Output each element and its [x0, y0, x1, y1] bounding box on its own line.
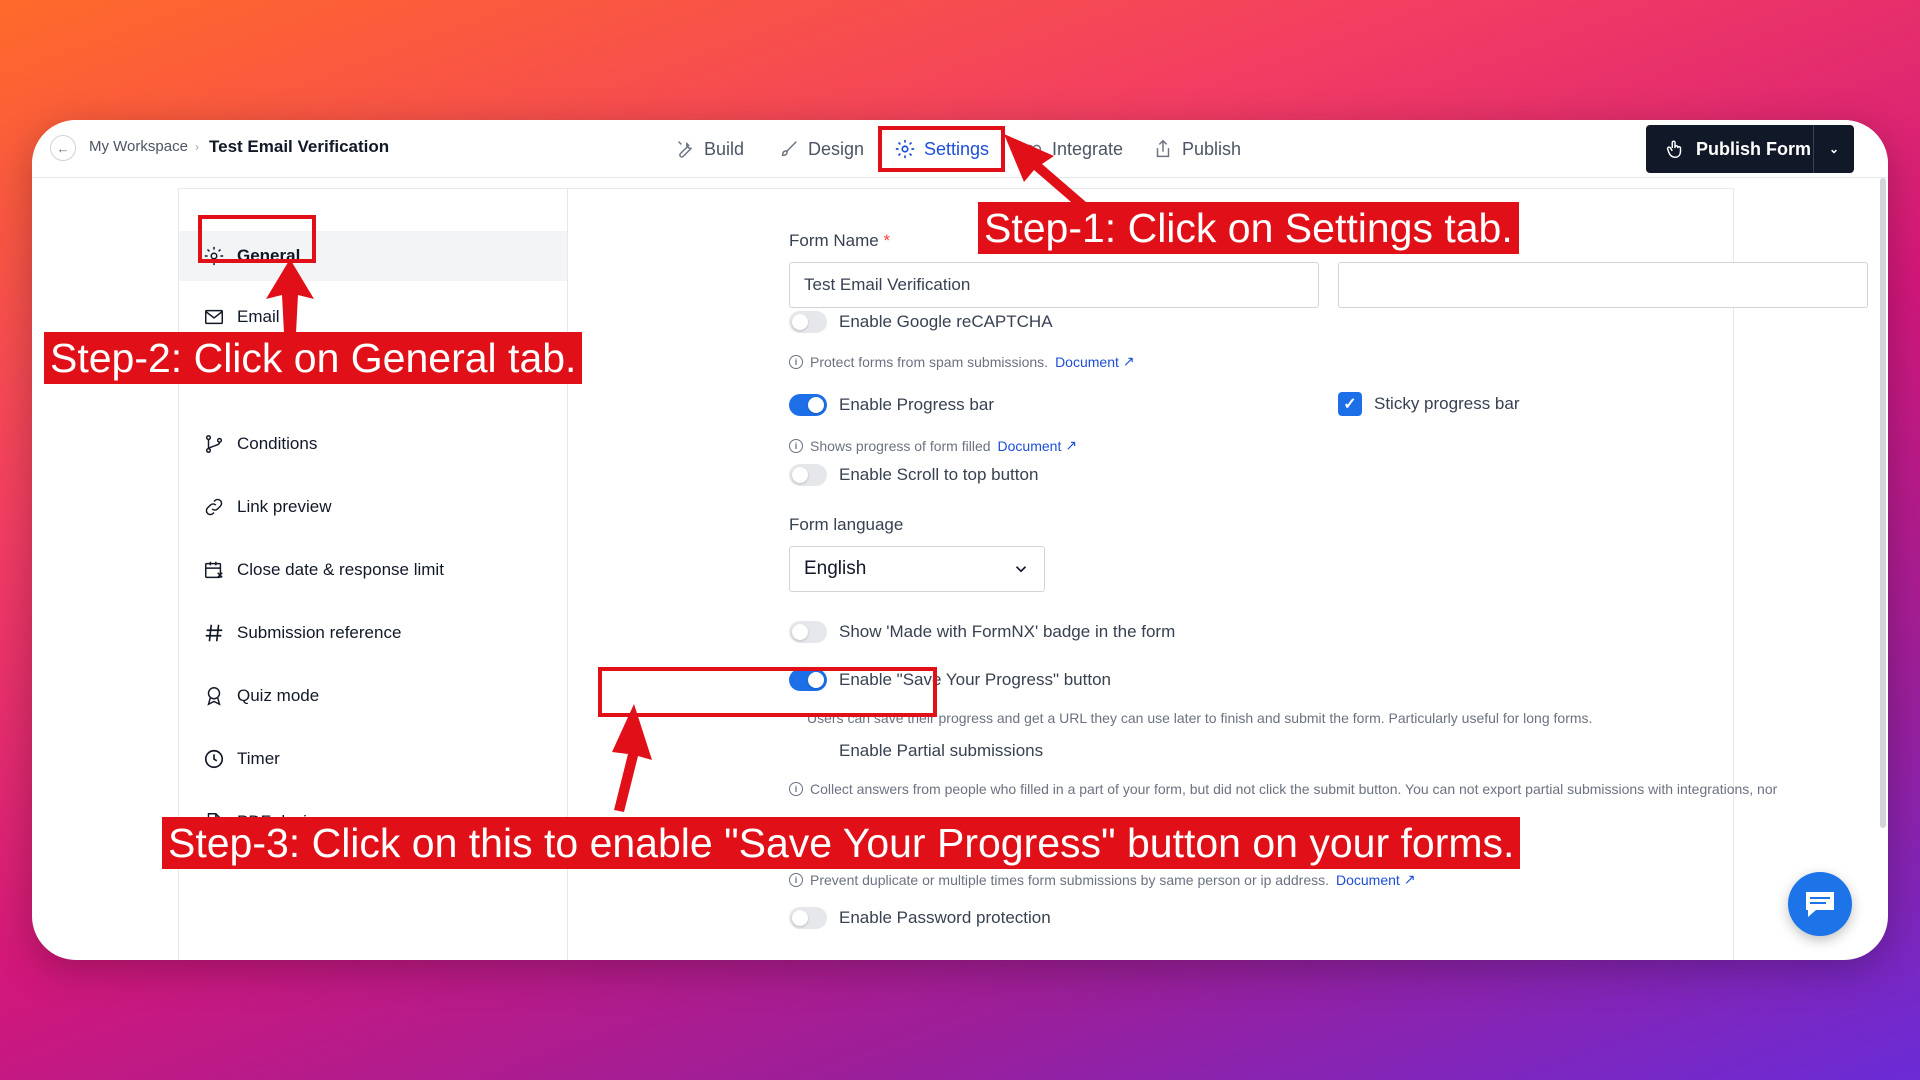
duplicate-document-link[interactable]: Document ↗	[1336, 871, 1416, 888]
chevron-down-icon	[1015, 566, 1027, 573]
progress-bar-row: Enable Progress bar	[789, 394, 994, 416]
sidebar-item-quiz-mode[interactable]: Quiz mode	[203, 671, 319, 721]
info-icon: i	[789, 354, 803, 369]
step3-arrow-icon	[612, 704, 652, 812]
scroll-top-label: Enable Scroll to top button	[839, 465, 1039, 484]
scroll-top-toggle[interactable]	[789, 464, 827, 486]
chat-bubble-icon	[1806, 892, 1834, 917]
info-icon: i	[789, 782, 803, 796]
tab-publish-label: Publish	[1182, 138, 1242, 159]
partial-hint-text: Collect answers from people who filled i…	[810, 781, 1778, 797]
step3-callout: Step-3: Click on this to enable "Save Yo…	[162, 817, 1521, 869]
form-title: Test Email Verification	[209, 137, 390, 156]
recaptcha-toggle[interactable]	[789, 311, 827, 333]
hand-pointer-icon	[1666, 140, 1682, 158]
chat-widget-button[interactable]	[1788, 872, 1852, 936]
password-label: Enable Password protection	[839, 908, 1051, 927]
sticky-progress-checkbox[interactable]: ✓	[1338, 392, 1362, 416]
duplicate-hint: i Prevent duplicate or multiple times fo…	[789, 871, 1416, 888]
info-icon: i	[789, 872, 803, 887]
back-button[interactable]: ←	[50, 135, 76, 161]
step2-callout: Step-2: Click on General tab.	[44, 332, 583, 384]
badge-toggle[interactable]	[789, 621, 827, 643]
recaptcha-hint: i Protect forms from spam submissions. D…	[789, 353, 1135, 370]
external-link-icon: ↗	[1065, 437, 1078, 453]
tab-publish[interactable]: Publish	[1152, 134, 1241, 164]
sidebar-item-label: Close date & response limit	[237, 560, 444, 579]
brush-icon	[781, 141, 797, 157]
step1-arrow-icon	[1004, 134, 1086, 208]
tab-build[interactable]: Build	[674, 134, 744, 164]
recaptcha-document-link[interactable]: Document ↗	[1055, 353, 1135, 370]
recaptcha-label: Enable Google reCAPTCHA	[839, 312, 1053, 331]
form-name-label: Form Name *	[789, 231, 890, 251]
mail-icon	[205, 309, 223, 325]
sidebar-item-conditions[interactable]: Conditions	[203, 419, 317, 469]
form-name-label-text: Form Name	[789, 231, 879, 250]
clock-icon	[204, 749, 224, 769]
scroll-top-row: Enable Scroll to top button	[789, 464, 1038, 486]
sidebar-item-label: Conditions	[237, 434, 318, 453]
sidebar-item-label: Quiz mode	[237, 686, 320, 705]
language-value: English	[804, 558, 867, 579]
sidebar-item-timer[interactable]: Timer	[203, 734, 280, 784]
sidebar-item-close-date[interactable]: Close date & response limit	[203, 545, 444, 595]
password-row: Enable Password protection	[789, 907, 1051, 929]
sidebar-item-link-preview[interactable]: Link preview	[203, 482, 332, 532]
form-name-input[interactable]: Test Email Verification	[789, 262, 1319, 308]
check-icon: ✓	[1343, 396, 1357, 413]
scrollbar[interactable]	[1880, 178, 1886, 828]
recaptcha-row: Enable Google reCAPTCHA	[789, 311, 1053, 333]
award-icon	[207, 687, 221, 706]
breadcrumb-workspace[interactable]: My Workspace	[89, 138, 188, 155]
language-label: Form language	[789, 515, 904, 534]
document-link-text: Document	[997, 437, 1062, 454]
password-toggle[interactable]	[789, 907, 827, 929]
form-name-value: Test Email Verification	[804, 275, 971, 294]
form-name-secondary-input[interactable]	[1338, 262, 1868, 308]
progress-document-link[interactable]: Document ↗	[998, 437, 1078, 454]
sidebar-item-label: Link preview	[237, 497, 332, 516]
external-link-icon: ↗	[1122, 353, 1135, 369]
badge-label: Show 'Made with FormNX' badge in the for…	[839, 622, 1176, 641]
recaptcha-hint-text: Protect forms from spam submissions.	[810, 353, 1049, 370]
partial-hint: i Collect answers from people who filled…	[789, 781, 1777, 797]
link-icon	[205, 498, 223, 516]
external-link-icon: ↗	[1403, 871, 1416, 887]
document-link-text: Document	[1055, 353, 1119, 370]
sticky-progress-row: ✓ Sticky progress bar	[1338, 392, 1520, 416]
partial-label: Enable Partial submissions	[839, 741, 1044, 760]
publish-form-label: Publish Form	[1696, 138, 1812, 159]
partial-row: Enable Partial submissions	[789, 740, 1043, 762]
hash-icon	[205, 624, 223, 642]
tab-design[interactable]: Design	[778, 134, 864, 164]
language-select[interactable]: English	[789, 546, 1045, 592]
settings-tab-highlight	[878, 126, 1005, 172]
tab-design-label: Design	[808, 138, 865, 159]
tab-build-label: Build	[704, 138, 745, 159]
breadcrumb-separator: ›	[195, 140, 199, 154]
sidebar-item-label: Submission reference	[237, 623, 402, 642]
progress-bar-label: Enable Progress bar	[839, 395, 994, 414]
calendar-x-icon	[205, 561, 223, 579]
progress-hint-text: Shows progress of form filled	[810, 437, 991, 454]
progress-hint: i Shows progress of form filled Document…	[789, 437, 1077, 454]
publish-form-button[interactable]: Publish Form ⌄	[1646, 125, 1854, 173]
branch-icon	[205, 435, 223, 453]
progress-bar-toggle[interactable]	[789, 394, 827, 416]
sidebar-item-submission-reference[interactable]: Submission reference	[203, 608, 401, 658]
document-link-text: Document	[1336, 871, 1400, 888]
wrench-icon	[678, 141, 692, 158]
chevron-down-icon: ⌄	[1828, 142, 1840, 156]
share-icon	[1156, 139, 1170, 158]
info-icon: i	[789, 438, 803, 453]
required-marker: *	[883, 231, 891, 250]
sidebar-item-label: Timer	[237, 749, 280, 768]
duplicate-hint-text: Prevent duplicate or multiple times form…	[810, 871, 1329, 888]
badge-row: Show 'Made with FormNX' badge in the for…	[789, 621, 1175, 643]
publish-dropdown-button[interactable]: ⌄	[1814, 142, 1854, 156]
step2-arrow-icon	[266, 259, 314, 333]
arrow-left-icon: ←	[56, 140, 70, 156]
sticky-progress-label: Sticky progress bar	[1374, 394, 1520, 413]
